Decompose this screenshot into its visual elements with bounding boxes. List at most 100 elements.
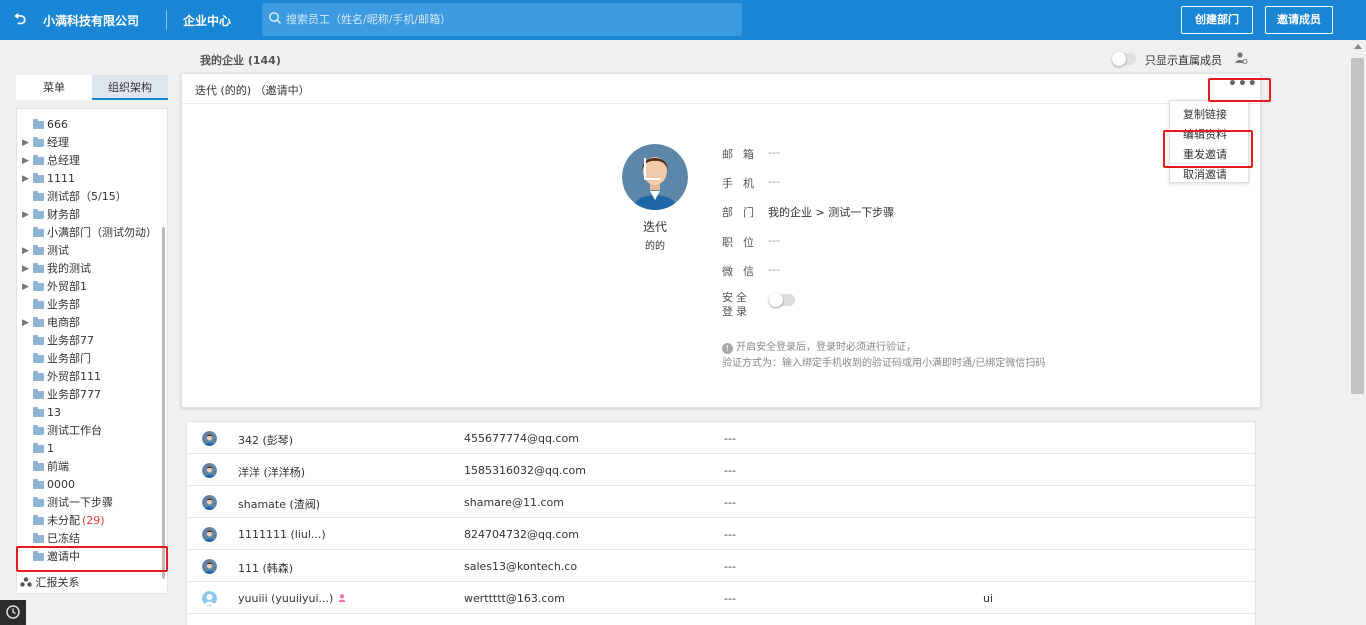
caret-right-icon[interactable]: ▶ — [22, 152, 30, 170]
search-box[interactable] — [262, 3, 742, 36]
folder-icon — [33, 515, 44, 525]
sidebar-dept-item[interactable]: 前端 — [16, 458, 161, 476]
sidebar-tabs: 菜单 组织架构 — [16, 75, 168, 100]
sidebar-dept-item[interactable]: 未分配 (29) — [16, 512, 161, 530]
folder-icon — [33, 119, 44, 129]
tab-menu[interactable]: 菜单 — [16, 75, 92, 100]
enterprise-center-title: 企业中心 — [183, 14, 232, 28]
member-name: 342 (彭琴) — [238, 434, 294, 447]
field-dept-label: 部门 — [722, 206, 764, 219]
sidebar-dept-label: 总经理 — [47, 154, 80, 167]
folder-icon — [33, 281, 44, 291]
field-phone-value: --- — [768, 175, 780, 188]
report-relation-label: 汇报关系 — [35, 576, 80, 589]
sidebar-dept-item[interactable]: 1 — [16, 440, 161, 458]
tab-org-structure[interactable]: 组织架构 — [92, 75, 168, 100]
member-extra: ui — [983, 592, 994, 605]
member-list: 342 (彭琴) 455677774@qq.com --- 洋洋 (洋洋杨) 15853… — [186, 421, 1256, 625]
menu-cancel-invite[interactable]: 取消邀请 — [1183, 166, 1227, 182]
sidebar-dept-item[interactable]: ▶ 总经理 — [16, 152, 161, 170]
avatar — [202, 527, 217, 542]
sidebar-dept-item[interactable]: ▶ 测试 — [16, 242, 161, 260]
folder-icon — [33, 425, 44, 435]
secure-login-toggle[interactable] — [769, 293, 795, 307]
sidebar-dept-item[interactable]: 小满部门（测试勿动） — [16, 224, 161, 242]
company-name[interactable]: 小满科技有限公司 — [43, 12, 139, 29]
sidebar-dept-item[interactable]: ▶ 1111 — [16, 170, 161, 188]
folder-icon — [33, 533, 44, 543]
caret-right-icon[interactable]: ▶ — [22, 170, 30, 188]
field-position-value: --- — [768, 234, 780, 247]
sidebar-dept-label: 电商部 — [47, 316, 80, 329]
sidebar-dept-item[interactable]: 业务部 — [16, 296, 161, 314]
folder-icon — [33, 461, 44, 471]
sidebar-dept-item[interactable]: 0000 — [16, 476, 161, 494]
sidebar-dept-label: 小满部门（测试勿动） — [47, 226, 157, 239]
avatar — [202, 559, 217, 574]
menu-copy-link[interactable]: 复制链接 — [1183, 106, 1227, 122]
corner-widget[interactable] — [0, 600, 26, 625]
caret-right-icon[interactable]: ▶ — [22, 242, 30, 260]
caret-right-icon[interactable]: ▶ — [22, 260, 30, 278]
scroll-up-arrow-icon[interactable] — [1354, 44, 1362, 49]
folder-icon — [33, 137, 44, 147]
search-input[interactable] — [286, 3, 736, 36]
sidebar-dept-item[interactable]: ▶ 财务部 — [16, 206, 161, 224]
member-row[interactable]: 1111111 (liul...) 824704732@qq.com --- — [187, 518, 1255, 550]
caret-right-icon[interactable]: ▶ — [22, 206, 30, 224]
sidebar-dept-label: 业务部777 — [47, 388, 101, 401]
folder-icon — [33, 335, 44, 345]
only-direct-toggle[interactable] — [1112, 52, 1136, 66]
folder-icon — [33, 353, 44, 363]
sidebar-dept-item[interactable]: 666 — [16, 116, 161, 134]
sidebar-dept-item[interactable]: 测试工作台 — [16, 422, 161, 440]
member-row[interactable]: 111 (韩森) sales13@kontech.co --- — [187, 550, 1255, 582]
sidebar-dept-item[interactable]: ▶ 外贸部1 — [16, 278, 161, 296]
sidebar-dept-label: 测试部（5/15） — [47, 190, 127, 203]
sidebar-dept-item[interactable]: 业务部门 — [16, 350, 161, 368]
folder-icon — [33, 497, 44, 507]
member-email: werttttt@163.com — [464, 592, 565, 605]
sidebar-dept-item[interactable]: ▶ 经理 — [16, 134, 161, 152]
secure-login-note-2: 验证方式为：输入绑定手机收到的验证码或用小满即时通/已绑定微信扫码 — [722, 358, 1046, 369]
caret-right-icon[interactable]: ▶ — [22, 278, 30, 296]
back-arrow-icon[interactable]: ⮌ — [14, 10, 30, 28]
invite-member-button[interactable]: 邀请成员 — [1265, 6, 1333, 34]
avatar-male-icon — [622, 144, 688, 210]
member-row[interactable]: yuuiii (yuuiiyui...) werttttt@163.com --- u… — [187, 582, 1255, 614]
sidebar-dept-item[interactable]: 外贸部111 — [16, 368, 161, 386]
field-email-value: --- — [768, 146, 780, 159]
caret-right-icon[interactable]: ▶ — [22, 314, 30, 332]
folder-icon — [33, 209, 44, 219]
sidebar-dept-label: 测试 — [47, 244, 69, 257]
sidebar-dept-label: 外贸部1 — [47, 280, 87, 293]
folder-icon — [33, 227, 44, 237]
member-row[interactable]: 洋洋 (洋洋杨) 1585316032@qq.com --- — [187, 454, 1255, 486]
sidebar-dept-label: 1111 — [47, 172, 75, 185]
field-wechat-value: --- — [768, 263, 780, 276]
create-department-button[interactable]: 创建部门 — [1181, 6, 1253, 34]
member-row[interactable]: 342 (彭琴) 455677774@qq.com --- — [187, 422, 1255, 454]
sidebar-dept-item[interactable]: 业务部77 — [16, 332, 161, 350]
folder-icon — [33, 389, 44, 399]
member-email: shamare@11.com — [464, 496, 564, 509]
member-row[interactable]: shamate (渣阀) shamare@11.com --- — [187, 486, 1255, 518]
folder-icon — [33, 371, 44, 381]
sidebar-dept-item[interactable]: ▶ 我的测试 — [16, 260, 161, 278]
member-position: --- — [724, 464, 736, 477]
sidebar-dept-item[interactable]: 13 — [16, 404, 161, 422]
tree-scrollbar[interactable] — [162, 227, 165, 579]
sidebar-dept-item[interactable]: ▶ 电商部 — [16, 314, 161, 332]
report-relation[interactable]: 汇报关系 — [20, 574, 80, 590]
member-email: sales13@kontech.co — [464, 560, 578, 573]
avatar — [622, 144, 688, 210]
member-name: 洋洋 (洋洋杨) — [238, 466, 306, 479]
caret-right-icon[interactable]: ▶ — [22, 134, 30, 152]
sidebar-dept-label: 外贸部111 — [47, 370, 101, 383]
member-settings-icon[interactable] — [1234, 51, 1248, 65]
page-scrollbar-thumb[interactable] — [1351, 58, 1364, 394]
sidebar-dept-item[interactable]: 测试部（5/15） — [16, 188, 161, 206]
sidebar-dept-item[interactable]: 业务部777 — [16, 386, 161, 404]
divider — [166, 10, 167, 30]
sidebar-dept-item[interactable]: 测试一下步骤 — [16, 494, 161, 512]
